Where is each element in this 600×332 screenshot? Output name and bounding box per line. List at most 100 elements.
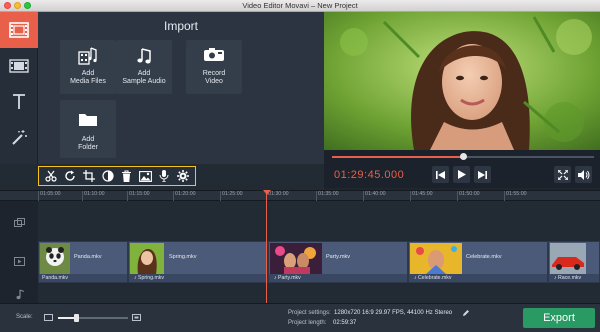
webcam-icon bbox=[204, 48, 224, 61]
clip-spring[interactable]: Spring.mkv ♪ Spring.mkv bbox=[128, 241, 268, 283]
sidebar-item-filters[interactable] bbox=[0, 48, 38, 84]
audio-track-icon bbox=[16, 289, 25, 300]
settings-button[interactable] bbox=[176, 169, 190, 183]
edit-toolbar-row bbox=[0, 164, 324, 190]
folder-icon bbox=[79, 114, 97, 126]
seek-bar[interactable] bbox=[332, 153, 594, 160]
add-media-files-button[interactable]: Add Media Files bbox=[60, 40, 116, 94]
window-title: Video Editor Movavi – New Project bbox=[242, 1, 358, 10]
sidebar-item-import[interactable] bbox=[0, 12, 38, 48]
record-video-label: Record Video bbox=[202, 70, 226, 85]
clip-audio-name: Race.mkv bbox=[558, 275, 582, 281]
preview-frame-image bbox=[324, 12, 600, 150]
clip-panda[interactable]: Panda.mkv Panda.mkv bbox=[38, 241, 128, 283]
ruler-tick: 01:10:00 bbox=[82, 191, 105, 201]
import-title: Import bbox=[163, 19, 198, 33]
playhead[interactable] bbox=[266, 190, 267, 303]
player-controls: 01:29:45.000 bbox=[324, 150, 600, 188]
next-button[interactable] bbox=[474, 166, 491, 183]
clip-celebrate[interactable]: Celebrate.mkv ♪ Celebrate.mkv bbox=[408, 241, 548, 283]
clip-audio-label: ♪ Race.mkv bbox=[549, 274, 599, 282]
fullscreen-icon bbox=[557, 169, 568, 180]
seek-handle[interactable] bbox=[460, 153, 467, 160]
ruler-tick: 01:25:00 bbox=[220, 191, 243, 201]
video-preview[interactable] bbox=[324, 12, 600, 150]
skip-back-icon bbox=[436, 170, 445, 179]
status-bar: Scale: Project settings: 1280x720 16:9 2… bbox=[0, 303, 600, 332]
clip-audio-name: Spring.mkv bbox=[138, 275, 164, 281]
ruler-tick: 01:40:00 bbox=[363, 191, 386, 201]
scale-slider[interactable] bbox=[58, 314, 128, 322]
overlay-track-icon bbox=[14, 218, 25, 227]
export-button[interactable]: Export bbox=[523, 308, 595, 328]
clip-audio-label: ♪ Spring.mkv bbox=[129, 274, 267, 282]
ruler-tick: 01:15:00 bbox=[127, 191, 150, 201]
magic-wand-icon bbox=[12, 130, 27, 145]
media-files-icon bbox=[78, 47, 97, 65]
previous-button[interactable] bbox=[432, 166, 449, 183]
add-folder-button[interactable]: Add Folder bbox=[60, 100, 116, 158]
spring-thumbnail bbox=[130, 243, 164, 274]
window-titlebar: Video Editor Movavi – New Project bbox=[0, 0, 600, 12]
voiceover-button[interactable] bbox=[157, 169, 171, 183]
clip-race[interactable]: ♪ Race.mkv bbox=[548, 241, 600, 283]
seek-progress bbox=[332, 156, 463, 158]
fullscreen-button[interactable] bbox=[554, 166, 571, 183]
add-sample-audio-button[interactable]: Add Sample Audio bbox=[116, 40, 172, 94]
play-icon bbox=[457, 170, 466, 179]
ruler-tick: 01:30:00 bbox=[266, 191, 289, 201]
image-icon bbox=[138, 170, 152, 182]
clip-audio-label: ♪ Celebrate.mkv bbox=[409, 274, 547, 282]
record-video-button[interactable]: Record Video bbox=[186, 40, 242, 94]
zoom-in-icon[interactable] bbox=[132, 313, 141, 322]
text-icon bbox=[13, 94, 25, 109]
timeline-ruler[interactable]: 01:05:00 01:10:00 01:15:00 01:20:00 01:2… bbox=[0, 190, 600, 201]
image-overlay-button[interactable] bbox=[138, 169, 152, 183]
play-button[interactable] bbox=[453, 166, 470, 183]
add-sample-audio-label: Add Sample Audio bbox=[122, 70, 166, 85]
zoom-out-icon[interactable] bbox=[44, 313, 53, 322]
skip-forward-icon bbox=[478, 170, 487, 179]
clip-audio-name: Celebrate.mkv bbox=[418, 275, 452, 281]
project-settings: Project settings: 1280x720 16:9 29.97 FP… bbox=[288, 310, 452, 316]
edit-settings-icon[interactable] bbox=[462, 309, 470, 317]
project-length: Project length: 02:59:37 bbox=[288, 320, 356, 326]
ruler-tick: 01:05:00 bbox=[38, 191, 61, 201]
timecode-display: 01:29:45.000 bbox=[334, 169, 405, 181]
delete-button[interactable] bbox=[119, 169, 133, 183]
clip-audio-label: ♪ Party.mkv bbox=[269, 274, 407, 282]
clip-title: Spring.mkv bbox=[169, 254, 197, 260]
clip-title: Party.mkv bbox=[326, 254, 351, 260]
scale-slider-fill bbox=[58, 317, 76, 319]
rotate-button[interactable] bbox=[63, 169, 77, 183]
ruler-tick: 01:55:00 bbox=[504, 191, 527, 201]
ruler-tick: 01:35:00 bbox=[316, 191, 339, 201]
ruler-tick: 01:50:00 bbox=[457, 191, 480, 201]
music-note-icon bbox=[137, 48, 151, 64]
scale-slider-handle[interactable] bbox=[73, 314, 79, 322]
add-media-files-label: Add Media Files bbox=[70, 70, 106, 85]
clip-audio-label: Panda.mkv bbox=[39, 274, 127, 282]
track-headers bbox=[0, 201, 38, 303]
volume-button[interactable] bbox=[575, 166, 592, 183]
clip-audio-name: Party.mkv bbox=[278, 275, 301, 281]
project-settings-label: Project settings: bbox=[288, 310, 331, 316]
celebrate-thumbnail bbox=[410, 243, 462, 274]
timeline-tracks[interactable]: Panda.mkv Panda.mkv Spring.mkv ♪ Spring.… bbox=[0, 201, 600, 303]
cut-button[interactable] bbox=[44, 169, 58, 183]
color-adjust-icon bbox=[102, 170, 114, 182]
crop-button[interactable] bbox=[82, 169, 96, 183]
video-track-icon bbox=[14, 257, 25, 266]
color-adjust-button[interactable] bbox=[101, 169, 115, 183]
race-thumbnail bbox=[550, 243, 586, 274]
volume-icon bbox=[577, 169, 589, 180]
playhead-handle[interactable] bbox=[263, 190, 271, 195]
sidebar-item-transitions[interactable] bbox=[0, 120, 38, 156]
delete-icon bbox=[121, 170, 131, 182]
scale-label: Scale: bbox=[16, 314, 33, 320]
clip-party[interactable]: Party.mkv ♪ Party.mkv bbox=[268, 241, 408, 283]
video-track[interactable]: Panda.mkv Panda.mkv Spring.mkv ♪ Spring.… bbox=[38, 241, 600, 283]
panda-thumbnail bbox=[40, 243, 70, 274]
film-import-icon bbox=[9, 22, 29, 38]
sidebar-item-titles[interactable] bbox=[0, 84, 38, 120]
